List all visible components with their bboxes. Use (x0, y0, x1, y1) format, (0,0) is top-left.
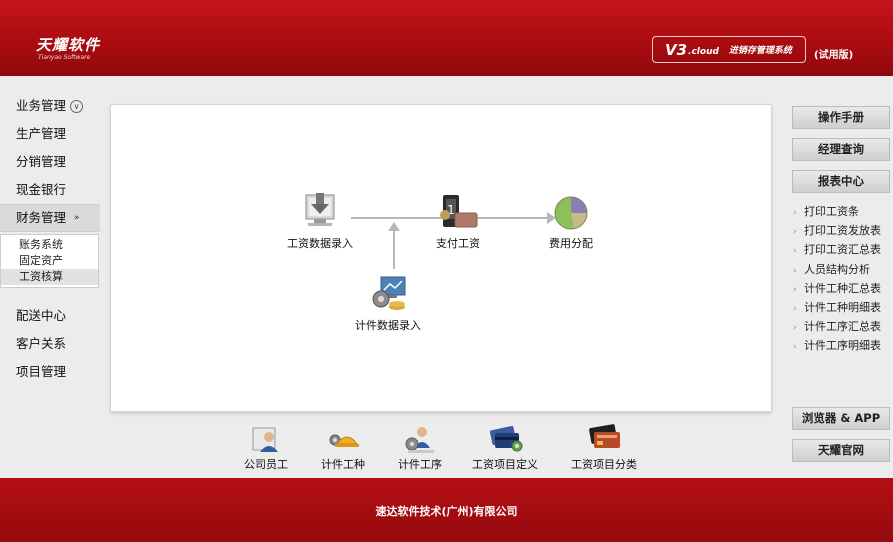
flow-label-pay-salary: 支付工资 (436, 237, 480, 250)
bullet-icon: › (793, 246, 797, 257)
finance-submenu: 账务系统 固定资产 工资核算 (0, 234, 99, 288)
tool-label-item-definition: 工资项目定义 (472, 458, 538, 471)
sidebar-item-label: 业务管理 (16, 98, 67, 113)
sidebar-item-label: 现金银行 (16, 182, 67, 197)
brand-logo[interactable]: 天耀软件 Tianyao Software (36, 34, 100, 61)
sidebar-item-distribution[interactable]: 分销管理 (0, 148, 100, 176)
browser-app-button[interactable]: 浏览器 & APP (792, 407, 890, 430)
worker-helmet-icon (329, 434, 359, 447)
payroll-flow-panel: 工资数据录入 1 支付工资 费用分配 计件数据录入 (110, 104, 772, 412)
app-footer: 速达软件技术(广州)有限公司 (0, 478, 893, 542)
download-monitor-icon (305, 193, 335, 226)
chevron-down-icon[interactable]: ∨ (70, 99, 84, 113)
report-link[interactable]: › 计件工序汇总表 (793, 317, 893, 336)
pie-chart-icon (554, 196, 588, 230)
sidebar-item-business[interactable]: 业务管理 ∨ (0, 92, 100, 120)
chevron-double-down-icon: » (74, 213, 80, 223)
sidebar-item-label: 客户关系 (16, 336, 67, 351)
flow-node-piece-entry[interactable]: 计件数据录入 (355, 273, 421, 333)
report-center-button[interactable]: 报表中心 (792, 170, 890, 193)
tool-salary-item-definition[interactable]: 工资项目定义 (472, 424, 538, 472)
tool-label-piece-type: 计件工种 (321, 458, 365, 471)
tool-piece-process[interactable]: 计件工序 (398, 424, 442, 472)
report-link[interactable]: › 打印工资发放表 (793, 221, 893, 240)
flow-node-pay-salary[interactable]: 1 支付工资 (436, 193, 480, 251)
flow-node-salary-entry[interactable]: 工资数据录入 (287, 191, 353, 251)
sidebar-item-label: 财务管理 (16, 210, 67, 225)
sidebar-item-label: 配送中心 (16, 308, 67, 323)
tool-label-item-category: 工资项目分类 (571, 458, 637, 471)
bullet-icon: › (793, 342, 797, 353)
sidebar-item-crm[interactable]: 客户关系 (0, 330, 100, 358)
gear-monitor-icon (372, 276, 406, 310)
tool-label-piece-process: 计件工序 (398, 458, 442, 471)
app-header: 天耀软件 Tianyao Software V3 .cloud 进销存管理系统 … (0, 0, 893, 76)
sidebar-item-cash-bank[interactable]: 现金银行 (0, 176, 100, 204)
flow-node-cost-allocation[interactable]: 费用分配 (549, 195, 593, 251)
sidebar-item-production[interactable]: 生产管理 (0, 120, 100, 148)
left-sidebar: 业务管理 ∨ 生产管理 分销管理 现金银行 财务管理 » 账务系统 固定资产 工… (0, 92, 100, 386)
footer-company: 速达软件技术(广州)有限公司 (375, 505, 518, 518)
sidebar-item-label: 项目管理 (16, 364, 67, 379)
flow-connector (393, 229, 395, 269)
cards-category-icon (589, 424, 620, 448)
sidebar-item-label: 分销管理 (16, 154, 67, 169)
sidebar-item-finance[interactable]: 财务管理 » (0, 204, 100, 232)
bullet-icon: › (793, 265, 797, 276)
tool-label-employee: 公司员工 (244, 458, 288, 471)
flow-label-piece-entry: 计件数据录入 (355, 319, 421, 332)
system-name: 进销存管理系统 (728, 46, 792, 56)
manager-query-button[interactable]: 经理查询 (792, 138, 890, 161)
manual-button[interactable]: 操作手册 (792, 106, 890, 129)
pos-terminal-icon: 1 (440, 195, 478, 228)
trial-label: (试用版) (814, 50, 854, 61)
version-main: V3 (665, 40, 688, 59)
submenu-item-accounting[interactable]: 账务系统 (1, 237, 98, 253)
logo-text-cn: 天耀软件 (36, 36, 101, 54)
process-worker-icon (405, 427, 434, 453)
employee-card-icon (252, 427, 278, 452)
submenu-item-payroll[interactable]: 工资核算 (1, 269, 98, 285)
version-badge: V3 .cloud 进销存管理系统 (652, 36, 806, 63)
submenu-item-fixed-assets[interactable]: 固定资产 (1, 253, 98, 269)
report-link[interactable]: › 计件工种明细表 (793, 298, 893, 317)
official-site-button[interactable]: 天耀官网 (792, 439, 890, 462)
sidebar-item-label: 生产管理 (16, 126, 67, 141)
tool-piece-type[interactable]: 计件工种 (321, 424, 365, 472)
report-link[interactable]: › 打印工资汇总表 (793, 240, 893, 259)
tool-company-employee[interactable]: 公司员工 (244, 424, 288, 472)
sidebar-item-delivery[interactable]: 配送中心 (0, 302, 100, 330)
flow-label-cost-allocation: 费用分配 (549, 237, 593, 250)
sidebar-item-project[interactable]: 项目管理 (0, 358, 100, 386)
report-link[interactable]: › 打印工资条 (793, 202, 893, 221)
arrow-up-icon (388, 222, 400, 231)
cards-gear-icon (489, 426, 523, 452)
report-link[interactable]: › 计件工序明细表 (793, 336, 893, 355)
report-link[interactable]: › 计件工种汇总表 (793, 279, 893, 298)
report-link[interactable]: › 人员结构分析 (793, 260, 893, 279)
logo-text-en: Tianyao Software (38, 54, 91, 61)
flow-label-salary-entry: 工资数据录入 (287, 237, 353, 250)
report-list: › 打印工资条 › 打印工资发放表 › 打印工资汇总表 › 人员结构分析 › 计件工种汇总… (793, 202, 893, 356)
version-cloud: .cloud (688, 47, 719, 57)
tool-salary-item-category[interactable]: 工资项目分类 (571, 424, 637, 472)
